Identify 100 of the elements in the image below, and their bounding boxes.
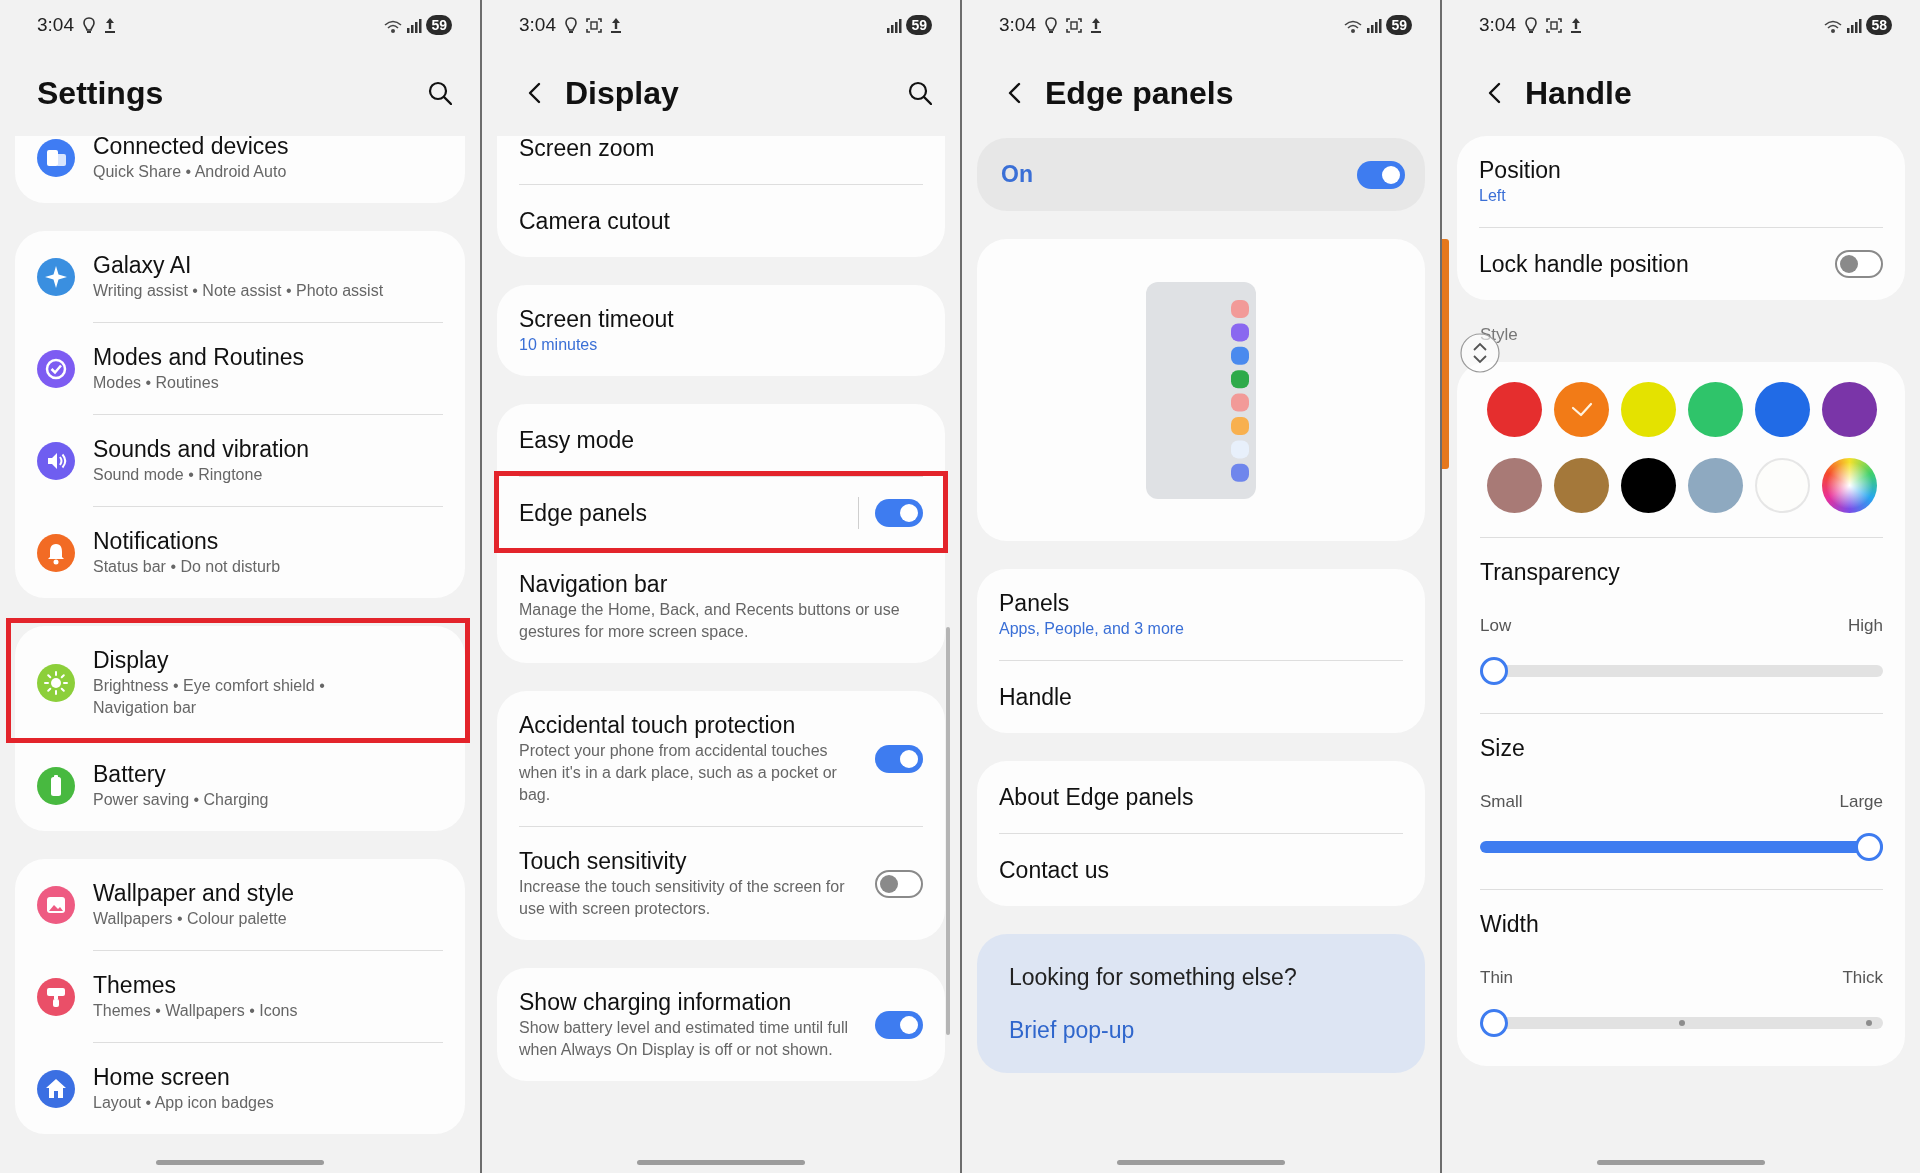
search-icon[interactable] — [428, 81, 452, 105]
item-subtitle: Status bar • Do not disturb — [93, 557, 282, 577]
status-time: 3:04 — [999, 12, 1036, 37]
section-label: Style — [1479, 324, 1519, 346]
item-description: Show battery level and estimated time until full when Always On Display is off or not shown. — [519, 1018, 850, 1060]
battery-level: 58 — [1866, 15, 1892, 35]
colour-swatch[interactable] — [1554, 381, 1609, 437]
item-title[interactable]: Accidental touch protection — [519, 711, 859, 740]
slider[interactable] — [1480, 1008, 1883, 1037]
check-circle-icon — [37, 349, 75, 388]
item-title[interactable]: Themes — [93, 971, 443, 1000]
item-title[interactable]: Navigation bar — [519, 570, 923, 599]
status-time: 3:04 — [519, 12, 556, 37]
toggle-switch[interactable] — [1835, 250, 1883, 278]
item-title[interactable]: About Edge panels — [999, 782, 1403, 812]
item-title[interactable]: Screen timeout — [519, 305, 923, 334]
brush-icon — [37, 977, 75, 1016]
colour-swatch[interactable] — [1688, 381, 1743, 437]
battery-level: 59 — [426, 15, 452, 35]
item-title[interactable]: Lock handle position — [1479, 249, 1819, 279]
colour-swatch[interactable] — [1621, 457, 1676, 513]
item-description: Protect your phone from accidental touches when it's in a dark place, such as a pocket or bag. — [519, 741, 838, 805]
item-title[interactable]: Screen zoom — [519, 136, 923, 163]
item-title[interactable]: Modes and Routines — [93, 343, 443, 372]
toggle-switch[interactable] — [875, 744, 923, 773]
item-subtitle: Quick Share • Android Auto — [93, 162, 288, 182]
slider[interactable] — [1480, 656, 1883, 685]
location-icon — [82, 16, 96, 34]
item-subtitle: Sound mode • Ringtone — [93, 465, 264, 485]
slider[interactable] — [1480, 832, 1883, 861]
setting-title: Transparency — [1480, 557, 1621, 587]
item-title[interactable]: Connected devices — [93, 136, 443, 161]
colour-swatch[interactable] — [1621, 381, 1676, 437]
item-subtitle: Modes • Routines — [93, 373, 220, 393]
suggestion-title: Looking for something else? — [1009, 963, 1298, 992]
item-subtitle: Power saving • Charging — [93, 790, 270, 810]
item-title[interactable]: Easy mode — [519, 425, 923, 455]
signal-icon — [406, 17, 423, 33]
toggle-switch[interactable] — [875, 1010, 923, 1039]
sparkle-icon — [37, 257, 75, 296]
item-subtitle: Brightness • Eye comfort shield • Navigation bar — [93, 676, 326, 718]
slider-min-label: Thin — [1480, 966, 1514, 989]
slider-max-label: Thick — [1842, 966, 1883, 989]
toggle-switch[interactable] — [1357, 160, 1405, 189]
colour-swatch[interactable] — [1755, 381, 1810, 437]
item-value: 10 minutes — [519, 335, 599, 355]
battery-level: 59 — [906, 15, 932, 35]
item-title[interactable]: Galaxy AI — [93, 251, 443, 280]
colour-swatch[interactable] — [1487, 381, 1542, 437]
item-title[interactable]: Touch sensitivity — [519, 847, 859, 876]
colour-wheel-swatch[interactable] — [1822, 457, 1877, 513]
toggle-switch[interactable] — [875, 499, 923, 527]
item-title[interactable]: Display — [93, 646, 443, 675]
item-subtitle: Wallpapers • Colour palette — [93, 909, 288, 929]
item-title[interactable]: Panels — [999, 589, 1403, 618]
signal-icon — [886, 17, 903, 33]
home-icon — [37, 1069, 75, 1108]
switch-label: On — [1001, 160, 1033, 190]
item-title[interactable]: Wallpaper and style — [93, 879, 443, 908]
item-subtitle: Layout • App icon badges — [93, 1093, 275, 1113]
upload-icon — [610, 16, 622, 34]
item-title[interactable]: Position — [1479, 156, 1883, 185]
item-title[interactable]: Battery — [93, 760, 443, 789]
item-title[interactable]: Camera cutout — [519, 206, 923, 236]
sun-icon — [37, 663, 75, 702]
status-time: 3:04 — [1479, 12, 1516, 37]
bell-icon — [37, 533, 75, 572]
colour-swatch[interactable] — [1554, 457, 1609, 513]
item-title[interactable]: Show charging information — [519, 988, 859, 1017]
edge-handle[interactable] — [1442, 239, 1449, 469]
item-title[interactable]: Edge panels — [519, 498, 848, 528]
location-icon — [1044, 16, 1058, 34]
screen-title: Display — [565, 74, 680, 113]
toggle-switch[interactable] — [875, 869, 923, 898]
item-title[interactable]: Notifications — [93, 527, 443, 556]
image-icon — [37, 885, 75, 924]
item-title[interactable]: Sounds and vibration — [93, 435, 443, 464]
slider-max-label: High — [1848, 614, 1883, 637]
item-subtitle: Writing assist • Note assist • Photo assist — [93, 281, 385, 301]
search-icon[interactable] — [908, 81, 932, 105]
colour-swatch[interactable] — [1688, 457, 1743, 513]
colour-swatch[interactable] — [1487, 457, 1542, 513]
item-title[interactable]: Handle — [999, 682, 1403, 712]
location-icon — [564, 16, 578, 34]
colour-swatch[interactable] — [1822, 381, 1877, 437]
item-value: Apps, People, and 3 more — [999, 619, 1185, 639]
battery-icon — [37, 766, 75, 805]
item-title[interactable]: Contact us — [999, 855, 1403, 885]
battery-level: 59 — [1386, 15, 1412, 35]
screen-title: Settings — [37, 74, 165, 113]
slider-min-label: Small — [1480, 790, 1523, 813]
suggestion-link[interactable]: Brief pop-up — [1009, 1012, 1135, 1047]
upload-icon — [1570, 16, 1582, 34]
item-title[interactable]: Home screen — [93, 1063, 443, 1092]
slider-min-label: Low — [1480, 614, 1512, 637]
signal-icon — [1846, 17, 1863, 33]
speaker-icon — [37, 441, 75, 480]
screen-title: Edge panels — [1045, 74, 1235, 113]
check-icon — [1569, 400, 1594, 418]
status-time: 3:04 — [37, 12, 74, 37]
